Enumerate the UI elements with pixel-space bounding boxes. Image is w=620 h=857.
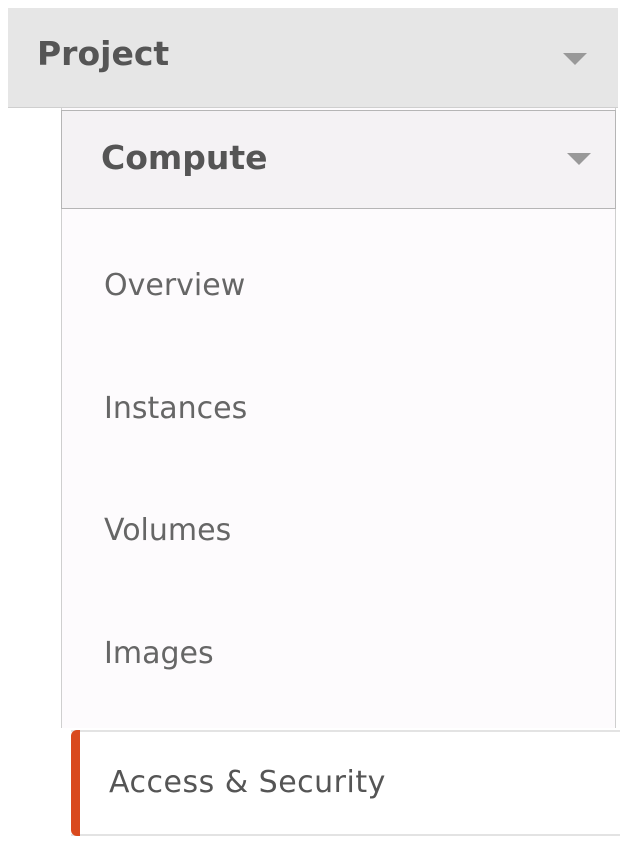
- active-indicator: [71, 730, 80, 836]
- sidebar-item-label: Access & Security: [109, 765, 386, 800]
- project-label: Project: [37, 34, 170, 73]
- next-item-edge: [71, 838, 620, 857]
- sidebar-item-access-security[interactable]: Access & Security: [71, 730, 620, 836]
- sidebar-nav: Project Compute Overview Instances Volum…: [0, 0, 620, 857]
- chevron-down-icon: [567, 153, 591, 165]
- compute-label: Compute: [101, 138, 268, 177]
- sidebar-item-instances[interactable]: Instances: [104, 391, 247, 427]
- sidebar-item-volumes[interactable]: Volumes: [104, 513, 231, 549]
- compute-panel-toggle[interactable]: Compute: [61, 110, 616, 209]
- project-dashboard-toggle[interactable]: Project: [8, 8, 618, 108]
- sidebar-item-images[interactable]: Images: [104, 636, 214, 672]
- chevron-down-icon: [563, 53, 587, 65]
- sidebar-item-overview[interactable]: Overview: [104, 268, 245, 304]
